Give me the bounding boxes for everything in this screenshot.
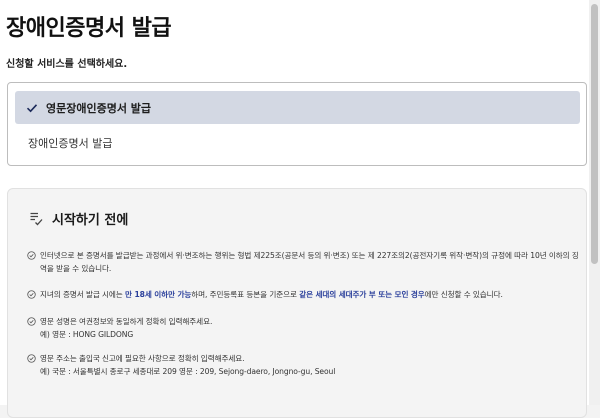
notice-item: 지녀의 증명서 발급 시에는 만 18세 이하만 가능하며, 주민등록표 등본을… — [27, 288, 580, 301]
service-select-prompt: 신청할 서비스를 선택하세요. — [6, 59, 128, 70]
notice-child-text-2: 하며, 주민등록표 등본을 기준으로 — [191, 290, 300, 299]
circle-check-icon — [27, 290, 36, 299]
circle-check-icon — [27, 354, 36, 363]
option-certificate-label: 장애인증명서 발급 — [28, 137, 113, 150]
option-english-certificate[interactable]: 영문장애인증명서 발급 — [15, 91, 580, 124]
notice-forgery-warning: 인터넷으로 본 증명서를 발급받는 과정에서 위·변조하는 행위는 형법 제22… — [40, 251, 579, 273]
notice-child-highlight-household: 같은 세대의 세대주가 부 또는 모인 경우 — [299, 290, 425, 299]
notice-english-address-example: 예) 국문 : 서울특별시 종로구 세종대로 209 영문 : 209, Sej… — [40, 367, 336, 376]
info-heading: 시작하기 전에 — [28, 209, 128, 228]
page-title: 장애인증명서 발급 — [6, 16, 172, 41]
notice-english-name-example: 예) 영문 : HONG GILDONG — [40, 330, 134, 339]
notice-child-text-1: 지녀의 증명서 발급 시에는 — [40, 290, 126, 299]
notice-child-text-3: 에만 신청할 수 있습니다. — [424, 290, 503, 299]
scrollbar[interactable] — [589, 0, 600, 405]
notice-english-address: 영문 주소는 출입국 신고에 필요한 사항으로 정확히 입력해주세요. 예) 국… — [40, 352, 580, 378]
option-certificate[interactable]: 장애인증명서 발급 — [28, 135, 112, 151]
notice-child-highlight-age: 만 18세 이하만 가능 — [125, 290, 192, 299]
notice-item: 영문 주소는 출입국 신고에 필요한 사항으로 정확히 입력해주세요. 예) 국… — [27, 352, 580, 378]
notice-english-name: 영문 성명은 여권정보와 동일하게 정확히 입력해주세요. 예) 영문 : HO… — [40, 315, 580, 341]
notice-item: 인터넷으로 본 증명서를 발급받는 과정에서 위·변조하는 행위는 형법 제22… — [27, 249, 580, 275]
circle-check-icon — [27, 251, 36, 260]
info-heading-text: 시작하기 전에 — [52, 213, 129, 228]
notice-english-address-text: 영문 주소는 출입국 신고에 필요한 사항으로 정확히 입력해주세요. — [40, 354, 245, 363]
notice-english-name-text: 영문 성명은 여권정보와 동일하게 정확히 입력해주세요. — [40, 317, 213, 326]
page: 장애인증명서 발급 신청할 서비스를 선택하세요. 영문장애인증명서 발급 장애… — [0, 0, 589, 418]
circle-check-icon — [27, 317, 36, 326]
document-check-icon — [30, 212, 43, 225]
service-select-list: 영문장애인증명서 발급 장애인증명서 발급 — [7, 82, 587, 166]
notice-child-eligibility: 지녀의 증명서 발급 시에는 만 18세 이하만 가능하며, 주민등록표 등본을… — [40, 288, 580, 301]
check-icon — [26, 103, 38, 112]
scrollbar-thumb[interactable] — [591, 4, 598, 264]
before-you-start-panel: 시작하기 전에 인터넷으로 본 증명서를 발급받는 과정에서 위·변조하는 행위… — [7, 188, 587, 418]
notice-item: 영문 성명은 여권정보와 동일하게 정확히 입력해주세요. 예) 영문 : HO… — [27, 315, 580, 341]
option-english-certificate-label: 영문장애인증명서 발급 — [46, 101, 152, 115]
